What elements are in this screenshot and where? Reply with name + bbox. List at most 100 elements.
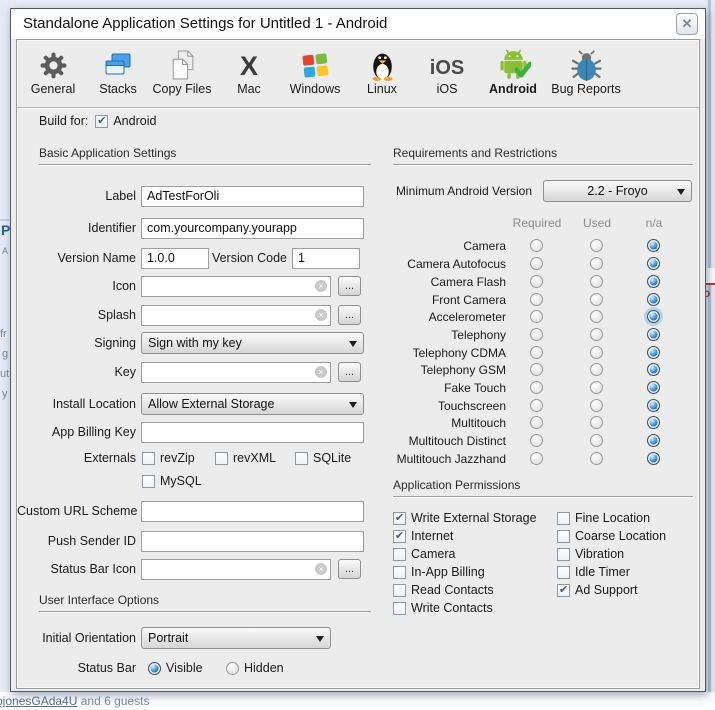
vibration-checkbox[interactable] xyxy=(557,548,570,561)
camera-na-radio[interactable] xyxy=(647,239,660,252)
multitouch-distinct-required-radio[interactable] xyxy=(530,434,543,447)
status-bar-visible-radio[interactable] xyxy=(148,662,161,675)
dropdown-arrow-icon xyxy=(349,402,357,408)
label-input[interactable] xyxy=(141,186,364,207)
multitouch-jazzhand-used-radio[interactable] xyxy=(590,452,603,465)
telephony-cdma-used-radio[interactable] xyxy=(590,346,603,359)
permission-camera: Camera xyxy=(393,546,455,562)
status-bar-hidden-label: Hidden xyxy=(244,661,284,675)
read-contacts-checkbox[interactable] xyxy=(393,584,406,597)
externals-revzip-checkbox[interactable] xyxy=(142,452,155,465)
section-application-permissions: Application Permissions xyxy=(393,478,693,497)
icon-browse-button[interactable]: ... xyxy=(338,276,361,296)
initial-orientation-dropdown[interactable]: Portrait xyxy=(141,627,331,649)
signing-value: Sign with my key xyxy=(148,336,242,350)
externals-revxml-checkbox[interactable] xyxy=(215,452,228,465)
camera-used-radio[interactable] xyxy=(590,239,603,252)
signing-dropdown[interactable]: Sign with my key xyxy=(141,332,364,354)
app-billing-key-input[interactable] xyxy=(141,422,364,443)
multitouch-distinct-used-radio[interactable] xyxy=(590,434,603,447)
icon-input[interactable] xyxy=(141,276,331,297)
clear-icon[interactable] xyxy=(315,366,327,378)
camera-autofocus-used-radio[interactable] xyxy=(590,257,603,270)
coarse-location-checkbox[interactable] xyxy=(557,530,570,543)
mac-x-glyph: X xyxy=(240,51,258,81)
toolbar-label: Linux xyxy=(367,82,397,96)
telephony-gsm-na-radio[interactable] xyxy=(647,363,660,376)
fake-touch-na-radio[interactable] xyxy=(647,381,660,394)
splash-input[interactable] xyxy=(141,305,331,326)
accelerometer-required-radio[interactable] xyxy=(530,310,543,323)
camera-flash-used-radio[interactable] xyxy=(590,275,603,288)
front-camera-used-radio[interactable] xyxy=(590,293,603,306)
multitouch-distinct-na-radio[interactable] xyxy=(647,434,660,447)
dialog-titlebar[interactable]: Standalone Application Settings for Unti… xyxy=(11,9,705,39)
key-browse-button[interactable]: ... xyxy=(338,362,361,382)
identifier-input[interactable] xyxy=(141,218,364,239)
clear-icon[interactable] xyxy=(315,309,327,321)
telephony-na-radio[interactable] xyxy=(647,328,660,341)
multitouch-na-radio[interactable] xyxy=(647,416,660,429)
front-camera-na-radio[interactable] xyxy=(647,293,660,306)
key-input[interactable] xyxy=(141,362,331,383)
fine-location-checkbox[interactable] xyxy=(557,512,570,525)
write-external-storage-checkbox[interactable] xyxy=(393,512,406,525)
accelerometer-na-radio[interactable] xyxy=(647,310,660,323)
camera-required-radio[interactable] xyxy=(530,239,543,252)
min-android-version-dropdown[interactable]: 2.2 - Froyo xyxy=(543,180,692,202)
in-app-billing-checkbox[interactable] xyxy=(393,566,406,579)
version-row: Version Name Version Code xyxy=(17,247,360,269)
camera-autofocus-required-radio[interactable] xyxy=(530,257,543,270)
telephony-required-radio[interactable] xyxy=(530,328,543,341)
telephony-cdma-na-radio[interactable] xyxy=(647,346,660,359)
requirement-label: Front Camera xyxy=(376,293,506,307)
externals-mysql-checkbox[interactable] xyxy=(142,475,155,488)
multitouch-jazzhand-na-radio[interactable] xyxy=(647,452,660,465)
status-bar-hidden-radio[interactable] xyxy=(226,662,239,675)
telephony-gsm-used-radio[interactable] xyxy=(590,363,603,376)
fake-touch-used-radio[interactable] xyxy=(590,381,603,394)
camera-autofocus-na-radio[interactable] xyxy=(647,257,660,270)
camera-flash-required-radio[interactable] xyxy=(530,275,543,288)
clear-icon[interactable] xyxy=(315,280,327,292)
multitouch-used-radio[interactable] xyxy=(590,416,603,429)
externals-sqlite-checkbox[interactable] xyxy=(295,452,308,465)
telephony-used-radio[interactable] xyxy=(590,328,603,341)
install-location-dropdown[interactable]: Allow External Storage xyxy=(141,393,364,415)
toolbar-label: Android xyxy=(489,82,537,96)
close-button[interactable]: ✕ xyxy=(676,13,698,35)
multitouch-required-radio[interactable] xyxy=(530,416,543,429)
push-sender-id-input[interactable] xyxy=(141,531,364,552)
build-for-android-checkbox[interactable] xyxy=(95,115,108,128)
write-contacts-checkbox[interactable] xyxy=(393,602,406,615)
background-user-link[interactable]: pjonesGAda4U xyxy=(0,694,77,708)
ad-support-checkbox[interactable] xyxy=(557,584,570,597)
version-code-input[interactable] xyxy=(292,248,360,269)
fake-touch-required-radio[interactable] xyxy=(530,381,543,394)
version-name-input[interactable] xyxy=(141,248,209,269)
touchscreen-na-radio[interactable] xyxy=(647,399,660,412)
status-bar-icon-browse-button[interactable]: ... xyxy=(338,559,361,579)
touchscreen-required-radio[interactable] xyxy=(530,399,543,412)
permission-idle-timer: Idle Timer xyxy=(557,564,630,580)
touchscreen-used-radio[interactable] xyxy=(590,399,603,412)
custom-url-scheme-input[interactable] xyxy=(141,501,364,522)
camera-flash-na-radio[interactable] xyxy=(647,275,660,288)
accelerometer-used-radio[interactable] xyxy=(590,310,603,323)
camera-permission-checkbox[interactable] xyxy=(393,548,406,561)
internet-checkbox[interactable] xyxy=(393,530,406,543)
front-camera-required-radio[interactable] xyxy=(530,293,543,306)
standalone-settings-dialog: Standalone Application Settings for Unti… xyxy=(10,8,706,692)
label-field-label: Label xyxy=(17,189,136,203)
splash-browse-button[interactable]: ... xyxy=(338,305,361,325)
dropdown-arrow-icon xyxy=(349,341,357,347)
idle-timer-checkbox[interactable] xyxy=(557,566,570,579)
multitouch-jazzhand-required-radio[interactable] xyxy=(530,452,543,465)
externals-row-2: MySQL xyxy=(17,473,202,489)
toolbar-item-bug-reports[interactable]: Bug Reports xyxy=(541,44,631,96)
status-bar-icon-input[interactable] xyxy=(141,559,331,580)
clear-icon[interactable] xyxy=(315,563,327,575)
background-right-band xyxy=(708,0,711,692)
telephony-cdma-required-radio[interactable] xyxy=(530,346,543,359)
telephony-gsm-required-radio[interactable] xyxy=(530,363,543,376)
